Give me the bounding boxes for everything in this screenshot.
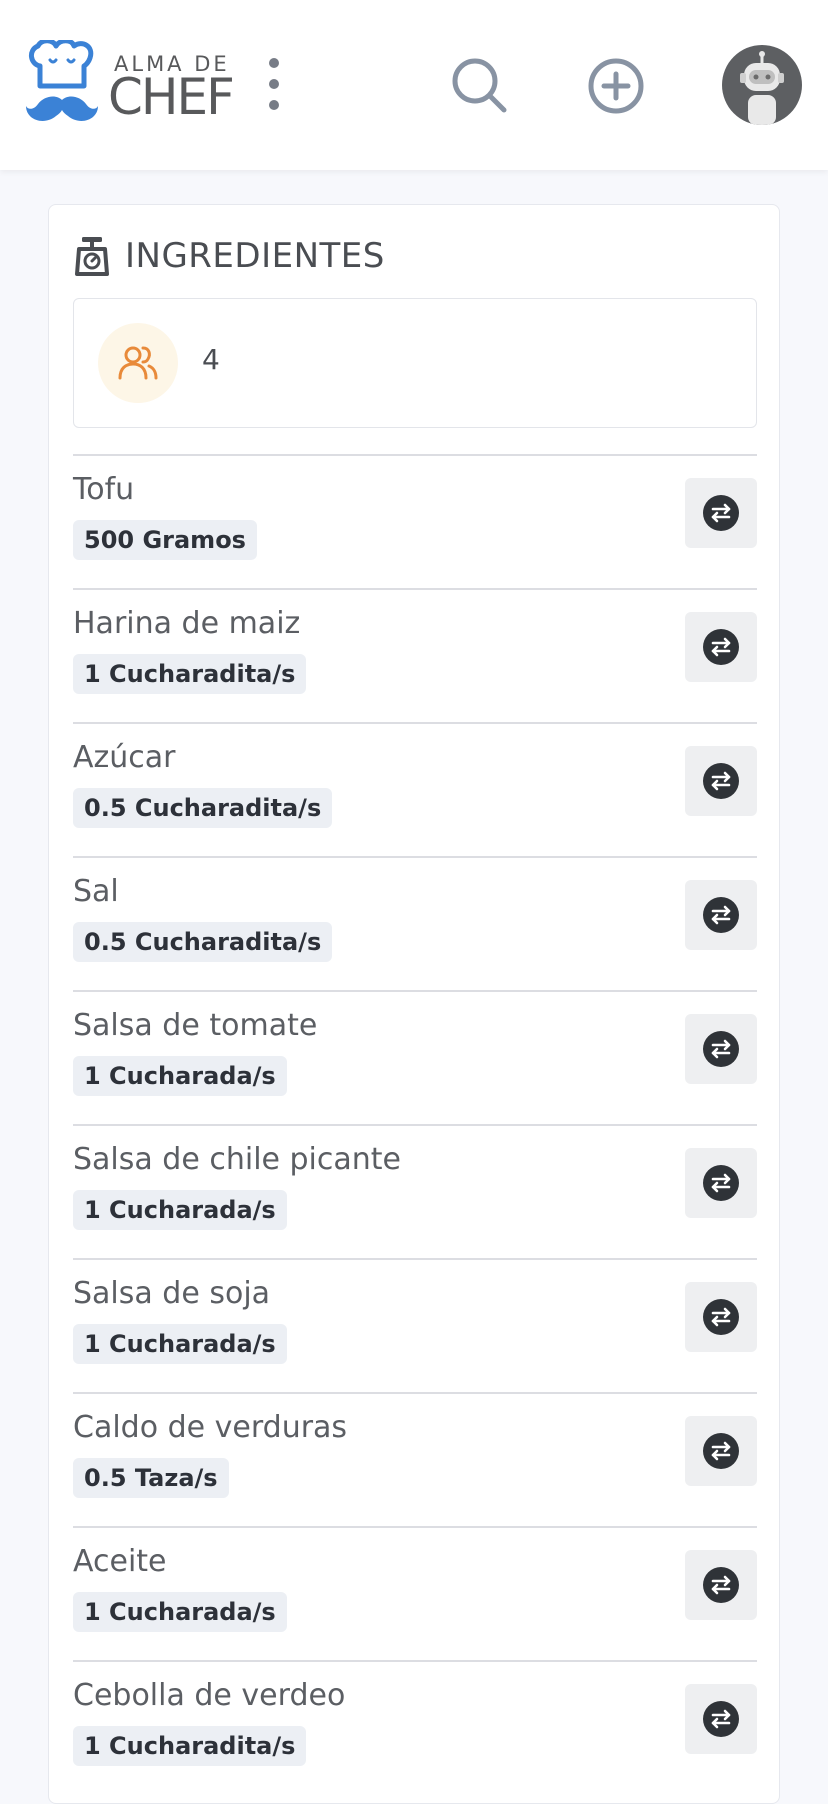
swap-arrows-icon — [703, 629, 739, 665]
top-header: ALMA DE CHEF — [0, 0, 828, 170]
ingredient-quantity-badge: 1 Cucharada/s — [73, 1190, 287, 1230]
substitute-ingredient-button[interactable] — [685, 1282, 757, 1352]
ingredient-quantity-badge: 0.5 Cucharadita/s — [73, 922, 333, 962]
ingredient-quantity-badge: 0.5 Taza/s — [73, 1458, 229, 1498]
ingredient-row: Aceite 1 Cucharada/s — [73, 1526, 757, 1660]
substitute-ingredient-button[interactable] — [685, 612, 757, 682]
chef-hat-mustache-icon — [26, 40, 98, 121]
ingredient-quantity-badge: 1 Cucharada/s — [73, 1324, 287, 1364]
search-button[interactable] — [448, 54, 512, 118]
ingredient-row: Cebolla de verdeo 1 Cucharadita/s — [73, 1660, 757, 1794]
substitute-ingredient-button[interactable] — [685, 1014, 757, 1084]
swap-arrows-icon — [703, 1433, 739, 1469]
servings-box[interactable]: 4 — [73, 298, 757, 428]
swap-arrows-icon — [703, 1299, 739, 1335]
swap-arrows-icon — [703, 1701, 739, 1737]
swap-arrows-icon — [703, 1165, 739, 1201]
servings-count: 4 — [202, 343, 220, 376]
ingredient-name: Salsa de chile picante — [73, 1142, 402, 1177]
kitchen-scale-icon — [75, 237, 109, 276]
robot-avatar-icon — [740, 51, 784, 125]
ingredient-row: Tofu 500 Gramos — [73, 454, 757, 588]
swap-arrows-icon — [703, 763, 739, 799]
ingredient-name: Salsa de soja — [73, 1276, 271, 1311]
substitute-ingredient-button[interactable] — [685, 1684, 757, 1754]
substitute-ingredient-button[interactable] — [685, 746, 757, 816]
ingredients-card: INGREDIENTES 4 Tofu 500 Gramos Harina de m… — [48, 204, 780, 1804]
ingredient-name: Aceite — [73, 1544, 167, 1579]
ingredient-name: Azúcar — [73, 740, 176, 775]
swap-arrows-icon — [703, 495, 739, 531]
ingredient-quantity-badge: 1 Cucharada/s — [73, 1592, 287, 1632]
ingredients-title: INGREDIENTES — [125, 236, 385, 276]
user-avatar[interactable] — [722, 45, 802, 125]
ingredient-row: Harina de maiz 1 Cucharadita/s — [73, 588, 757, 722]
kebab-menu-icon[interactable] — [262, 58, 286, 114]
substitute-ingredient-button[interactable] — [685, 1416, 757, 1486]
swap-arrows-icon — [703, 897, 739, 933]
ingredient-row: Salsa de chile picante 1 Cucharada/s — [73, 1124, 757, 1258]
substitute-ingredient-button[interactable] — [685, 880, 757, 950]
add-recipe-button[interactable] — [584, 54, 648, 118]
substitute-ingredient-button[interactable] — [685, 1148, 757, 1218]
ingredient-row: Caldo de verduras 0.5 Taza/s — [73, 1392, 757, 1526]
swap-arrows-icon — [703, 1567, 739, 1603]
servings-icon-badge — [98, 323, 178, 403]
ingredient-list: Tofu 500 Gramos Harina de maiz 1 Cucharadit… — [73, 454, 757, 1794]
ingredient-row: Salsa de soja 1 Cucharada/s — [73, 1258, 757, 1392]
ingredient-quantity-badge: 1 Cucharada/s — [73, 1056, 287, 1096]
swap-arrows-icon — [703, 1031, 739, 1067]
alma-de-chef-logo[interactable]: ALMA DE CHEF — [26, 40, 235, 132]
ingredient-name: Cebolla de verdeo — [73, 1678, 346, 1713]
ingredients-header: INGREDIENTES — [73, 233, 385, 279]
ingredient-name: Salsa de tomate — [73, 1008, 318, 1043]
ingredient-quantity-badge: 1 Cucharadita/s — [73, 1726, 307, 1766]
users-icon — [118, 346, 158, 380]
substitute-ingredient-button[interactable] — [685, 1550, 757, 1620]
ingredient-name: Caldo de verduras — [73, 1410, 348, 1445]
ingredient-row: Sal 0.5 Cucharadita/s — [73, 856, 757, 990]
ingredient-quantity-badge: 500 Gramos — [73, 520, 257, 560]
search-icon — [452, 58, 507, 113]
ingredient-row: Azúcar 0.5 Cucharadita/s — [73, 722, 757, 856]
ingredient-name: Sal — [73, 874, 119, 909]
ingredient-quantity-badge: 0.5 Cucharadita/s — [73, 788, 333, 828]
plus-circle-icon — [588, 58, 644, 114]
ingredient-name: Tofu — [73, 472, 135, 507]
substitute-ingredient-button[interactable] — [685, 478, 757, 548]
ingredient-quantity-badge: 1 Cucharadita/s — [73, 654, 307, 694]
logo-title: CHEF — [108, 68, 235, 126]
ingredient-row: Salsa de tomate 1 Cucharada/s — [73, 990, 757, 1124]
ingredient-name: Harina de maiz — [73, 606, 301, 641]
